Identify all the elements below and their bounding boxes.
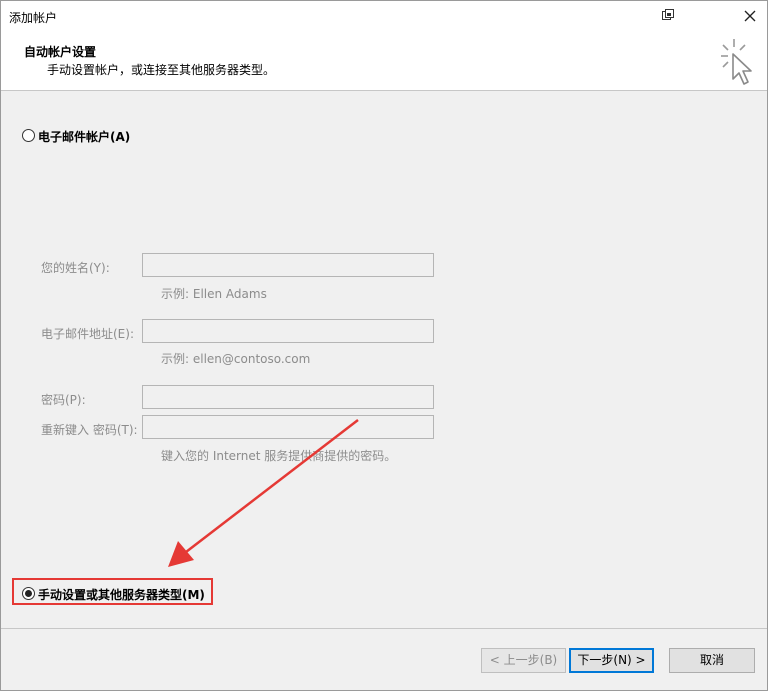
name-hint: 示例: Ellen Adams: [161, 287, 267, 301]
email-label: 电子邮件地址(E):: [41, 327, 134, 341]
password-confirm-input[interactable]: [142, 415, 434, 439]
header-subtitle: 手动设置帐户，或连接至其他服务器类型。: [47, 63, 276, 77]
back-button[interactable]: < 上一步(B): [481, 648, 566, 673]
email-hint: 示例: ellen@contoso.com: [161, 352, 311, 366]
name-input[interactable]: [142, 253, 434, 277]
annotation-highlight-box: [12, 578, 213, 605]
add-account-dialog: 添加帐户 自动帐户设置 手动设置帐户，或连接至其他服务器类型。 电子邮件帐户(A…: [0, 0, 768, 691]
password-input[interactable]: [142, 385, 434, 409]
close-icon[interactable]: [739, 5, 761, 27]
header-panel: 自动帐户设置 手动设置帐户，或连接至其他服务器类型。: [1, 31, 767, 91]
password-confirm-label: 重新键入 密码(T):: [41, 423, 138, 437]
email-account-label[interactable]: 电子邮件帐户(A): [38, 128, 130, 145]
restore-window-icon[interactable]: [662, 9, 674, 21]
email-input[interactable]: [142, 319, 434, 343]
title-bar: 添加帐户: [1, 1, 767, 31]
password-hint: 键入您的 Internet 服务提供商提供的密码。: [161, 449, 397, 463]
email-account-radio[interactable]: [22, 129, 35, 142]
cancel-button[interactable]: 取消: [669, 648, 755, 673]
header-title: 自动帐户设置: [24, 45, 97, 59]
cursor-sparkle-icon: [721, 39, 752, 85]
window-title: 添加帐户: [9, 11, 58, 25]
password-label: 密码(P):: [41, 393, 86, 407]
footer-divider: [1, 628, 767, 629]
next-button[interactable]: 下一步(N) >: [569, 648, 654, 673]
name-label: 您的姓名(Y):: [41, 261, 110, 275]
